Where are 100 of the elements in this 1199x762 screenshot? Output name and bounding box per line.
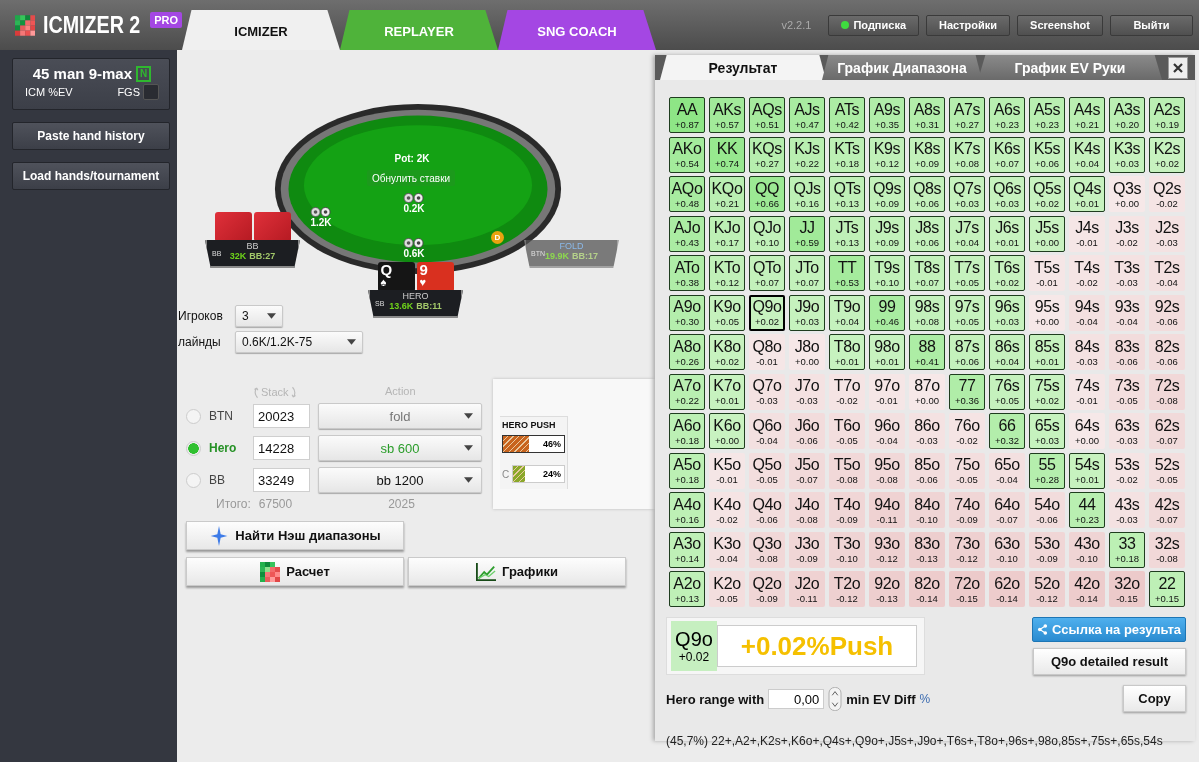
hand-cell[interactable]: A7s +0.27 — [949, 97, 985, 133]
copy-button[interactable]: Copy — [1123, 685, 1186, 712]
hand-cell[interactable]: AKs +0.57 — [709, 97, 745, 133]
hand-cell[interactable]: 83o -0.13 — [909, 531, 945, 568]
hand-cell[interactable]: J8s +0.06 — [909, 215, 945, 252]
hand-cell[interactable]: 95o -0.08 — [869, 452, 905, 489]
hand-cell[interactable]: 22 +0.15 — [1149, 571, 1185, 607]
hand-cell[interactable]: TT +0.53 — [829, 255, 865, 291]
hand-cell[interactable]: 62o -0.14 — [989, 571, 1025, 607]
hand-cell[interactable]: 43o -0.10 — [1069, 531, 1105, 568]
hand-cell[interactable]: A7o +0.22 — [669, 373, 705, 410]
hand-cell[interactable]: J6s +0.01 — [989, 215, 1025, 252]
hand-cell[interactable]: Q7s +0.03 — [949, 176, 985, 212]
hand-cell[interactable]: A8s +0.31 — [909, 97, 945, 133]
hand-cell[interactable]: 97s +0.05 — [949, 294, 985, 331]
hand-cell[interactable]: K7o +0.01 — [709, 373, 745, 410]
hand-cell[interactable]: 32s -0.08 — [1149, 531, 1185, 568]
hand-cell[interactable]: 42o -0.14 — [1069, 571, 1105, 607]
hand-cell[interactable]: 87s +0.06 — [949, 334, 985, 370]
hand-cell[interactable]: 83s -0.06 — [1109, 334, 1145, 370]
hand-cell[interactable]: KJs +0.22 — [789, 136, 825, 173]
hand-cell[interactable]: J2s -0.03 — [1149, 215, 1185, 252]
hand-cell[interactable]: ATs +0.42 — [829, 97, 865, 133]
hand-cell[interactable]: KK +0.74 — [709, 136, 745, 173]
hand-cell[interactable]: Q6s +0.03 — [989, 176, 1025, 212]
hand-cell[interactable]: J2o -0.11 — [789, 571, 825, 607]
hand-cell[interactable]: 55 +0.28 — [1029, 452, 1065, 489]
hand-cell[interactable]: 87o +0.00 — [909, 373, 945, 410]
hand-cell[interactable]: J6o -0.06 — [789, 413, 825, 449]
hand-cell[interactable]: 52o -0.12 — [1029, 571, 1065, 607]
hand-cell[interactable]: Q9s +0.09 — [869, 176, 905, 212]
hand-cell[interactable]: 93o -0.12 — [869, 531, 905, 568]
hand-cell[interactable]: A6o +0.18 — [669, 413, 705, 449]
hand-cell[interactable]: T4o -0.09 — [829, 492, 865, 528]
hand-cell[interactable]: AQs +0.51 — [749, 97, 785, 133]
format-card[interactable]: 45 man 9-max N ICM %EV FGS — [12, 58, 170, 110]
hand-cell[interactable]: J3o -0.09 — [789, 531, 825, 568]
hand-cell[interactable]: KQo +0.21 — [709, 176, 745, 212]
hand-cell[interactable]: 74s -0.01 — [1069, 373, 1105, 410]
hand-cell[interactable]: 98o +0.01 — [869, 334, 905, 370]
hand-cell[interactable]: 53s -0.02 — [1109, 452, 1145, 489]
hand-cell[interactable]: 73s -0.05 — [1109, 373, 1145, 410]
hand-cell[interactable]: 63s -0.03 — [1109, 413, 1145, 449]
hand-cell[interactable]: Q2o -0.09 — [749, 571, 785, 607]
hand-cell[interactable]: 85s +0.01 — [1029, 334, 1065, 370]
hand-cell[interactable]: K2o -0.05 — [709, 571, 745, 607]
hand-cell[interactable]: AKo +0.54 — [669, 136, 705, 173]
hand-cell[interactable]: 54o -0.06 — [1029, 492, 1065, 528]
hand-cell[interactable]: Q8s +0.06 — [909, 176, 945, 212]
hand-cell[interactable]: A2o +0.13 — [669, 571, 705, 607]
hand-cell[interactable]: AA +0.87 — [669, 97, 705, 133]
hand-cell[interactable]: 86o -0.03 — [909, 413, 945, 449]
hand-cell[interactable]: 75s +0.02 — [1029, 373, 1065, 410]
app-tab[interactable]: ICMIZER — [182, 10, 340, 50]
hand-cell[interactable]: Q8o -0.01 — [749, 334, 785, 370]
hand-cell[interactable]: 64s +0.00 — [1069, 413, 1105, 449]
result-tab[interactable]: График Диапазона — [822, 55, 982, 80]
hand-cell[interactable]: J4o -0.08 — [789, 492, 825, 528]
top-button[interactable]: Выйти — [1110, 14, 1193, 36]
hand-cell[interactable]: T5o -0.08 — [829, 452, 865, 489]
hand-cell[interactable]: 52s -0.05 — [1149, 452, 1185, 489]
top-button[interactable]: Screenshot — [1017, 14, 1103, 36]
hand-cell[interactable]: A3s +0.20 — [1109, 97, 1145, 133]
hand-cell[interactable]: K3o -0.04 — [709, 531, 745, 568]
hand-cell[interactable]: Q3s +0.00 — [1109, 176, 1145, 212]
hand-cell[interactable]: T7s +0.05 — [949, 255, 985, 291]
hand-cell[interactable]: J5s +0.00 — [1029, 215, 1065, 252]
stack-input[interactable]: 14228 — [253, 436, 310, 460]
hand-cell[interactable]: 44 +0.23 — [1069, 492, 1105, 528]
result-tab[interactable]: Результат — [660, 55, 826, 80]
hand-cell[interactable]: K4s +0.04 — [1069, 136, 1105, 173]
hand-cell[interactable]: 94s -0.04 — [1069, 294, 1105, 331]
hand-cell[interactable]: 93s -0.04 — [1109, 294, 1145, 331]
hand-cell[interactable]: QJo +0.10 — [749, 215, 785, 252]
action-button[interactable]: Расчет — [186, 557, 404, 586]
hand-cell[interactable]: T4s -0.02 — [1069, 255, 1105, 291]
hand-cell[interactable]: 92s -0.06 — [1149, 294, 1185, 331]
hand-cell[interactable]: 63o -0.10 — [989, 531, 1025, 568]
hand-cell[interactable]: J7o -0.03 — [789, 373, 825, 410]
hand-cell[interactable]: J8o +0.00 — [789, 334, 825, 370]
fgs-checkbox[interactable] — [143, 84, 159, 100]
hand-cell[interactable]: 66 +0.32 — [989, 413, 1025, 449]
hand-cell[interactable]: 88 +0.41 — [909, 334, 945, 370]
detailed-result-button[interactable]: Q9o detailed result — [1033, 648, 1186, 675]
hand-cell[interactable]: T2o -0.12 — [829, 571, 865, 607]
sidebar-button[interactable]: Load hands/tournament — [12, 162, 170, 190]
hand-cell[interactable]: 94o -0.11 — [869, 492, 905, 528]
hand-cell[interactable]: KTo +0.12 — [709, 255, 745, 291]
hand-cell[interactable]: AQo +0.48 — [669, 176, 705, 212]
hand-cell[interactable]: Q7o -0.03 — [749, 373, 785, 410]
app-tab[interactable]: SNG COACH — [498, 10, 656, 50]
hand-cell[interactable]: 85o -0.06 — [909, 452, 945, 489]
hand-cell[interactable]: J9o +0.03 — [789, 294, 825, 331]
hand-cell[interactable]: 64o -0.07 — [989, 492, 1025, 528]
radio-button[interactable] — [186, 440, 201, 456]
hand-cell[interactable]: 75o -0.05 — [949, 452, 985, 489]
hand-cell[interactable]: 42s -0.07 — [1149, 492, 1185, 528]
hand-cell[interactable]: AJs +0.47 — [789, 97, 825, 133]
sidebar-button[interactable]: Paste hand history — [12, 122, 170, 150]
hand-cell[interactable]: 65s +0.03 — [1029, 413, 1065, 449]
